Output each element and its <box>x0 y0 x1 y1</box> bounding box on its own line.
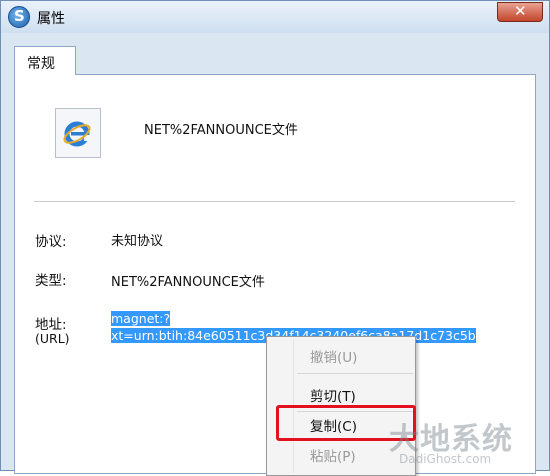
menu-separator <box>297 373 413 374</box>
tab-general-label: 常规 <box>27 56 55 72</box>
file-name: NET%2FANNOUNCE文件 <box>144 123 298 138</box>
app-logo-icon <box>8 6 30 28</box>
close-button[interactable]: ✕ <box>497 2 543 22</box>
address-sublabel: (URL) <box>35 331 70 346</box>
protocol-label: 协议: <box>35 234 67 250</box>
copy-highlight-box <box>276 405 416 441</box>
address-label: 地址: <box>35 317 67 333</box>
type-label: 类型: <box>35 273 67 289</box>
close-icon: ✕ <box>514 2 527 20</box>
menu-item-cut[interactable]: 剪切(T) <box>310 385 356 405</box>
divider <box>34 201 515 202</box>
window-title: 属性 <box>37 11 65 27</box>
address-line-1: magnet:? <box>111 311 171 326</box>
menu-item-undo[interactable]: 撤销(U) <box>310 346 357 366</box>
protocol-value: 未知协议 <box>111 234 164 249</box>
type-value: NET%2FANNOUNCE文件 <box>111 275 265 290</box>
title-bar[interactable]: 属性 ✕ <box>1 1 549 33</box>
menu-item-paste[interactable]: 粘贴(P) <box>310 445 356 465</box>
properties-window: 属性 ✕ 常规 NET%2FANNOUNCE文件 协议: 未知协议 类型: NE… <box>0 0 550 476</box>
tab-general[interactable]: 常规 <box>14 46 76 75</box>
internet-explorer-icon <box>55 108 101 158</box>
